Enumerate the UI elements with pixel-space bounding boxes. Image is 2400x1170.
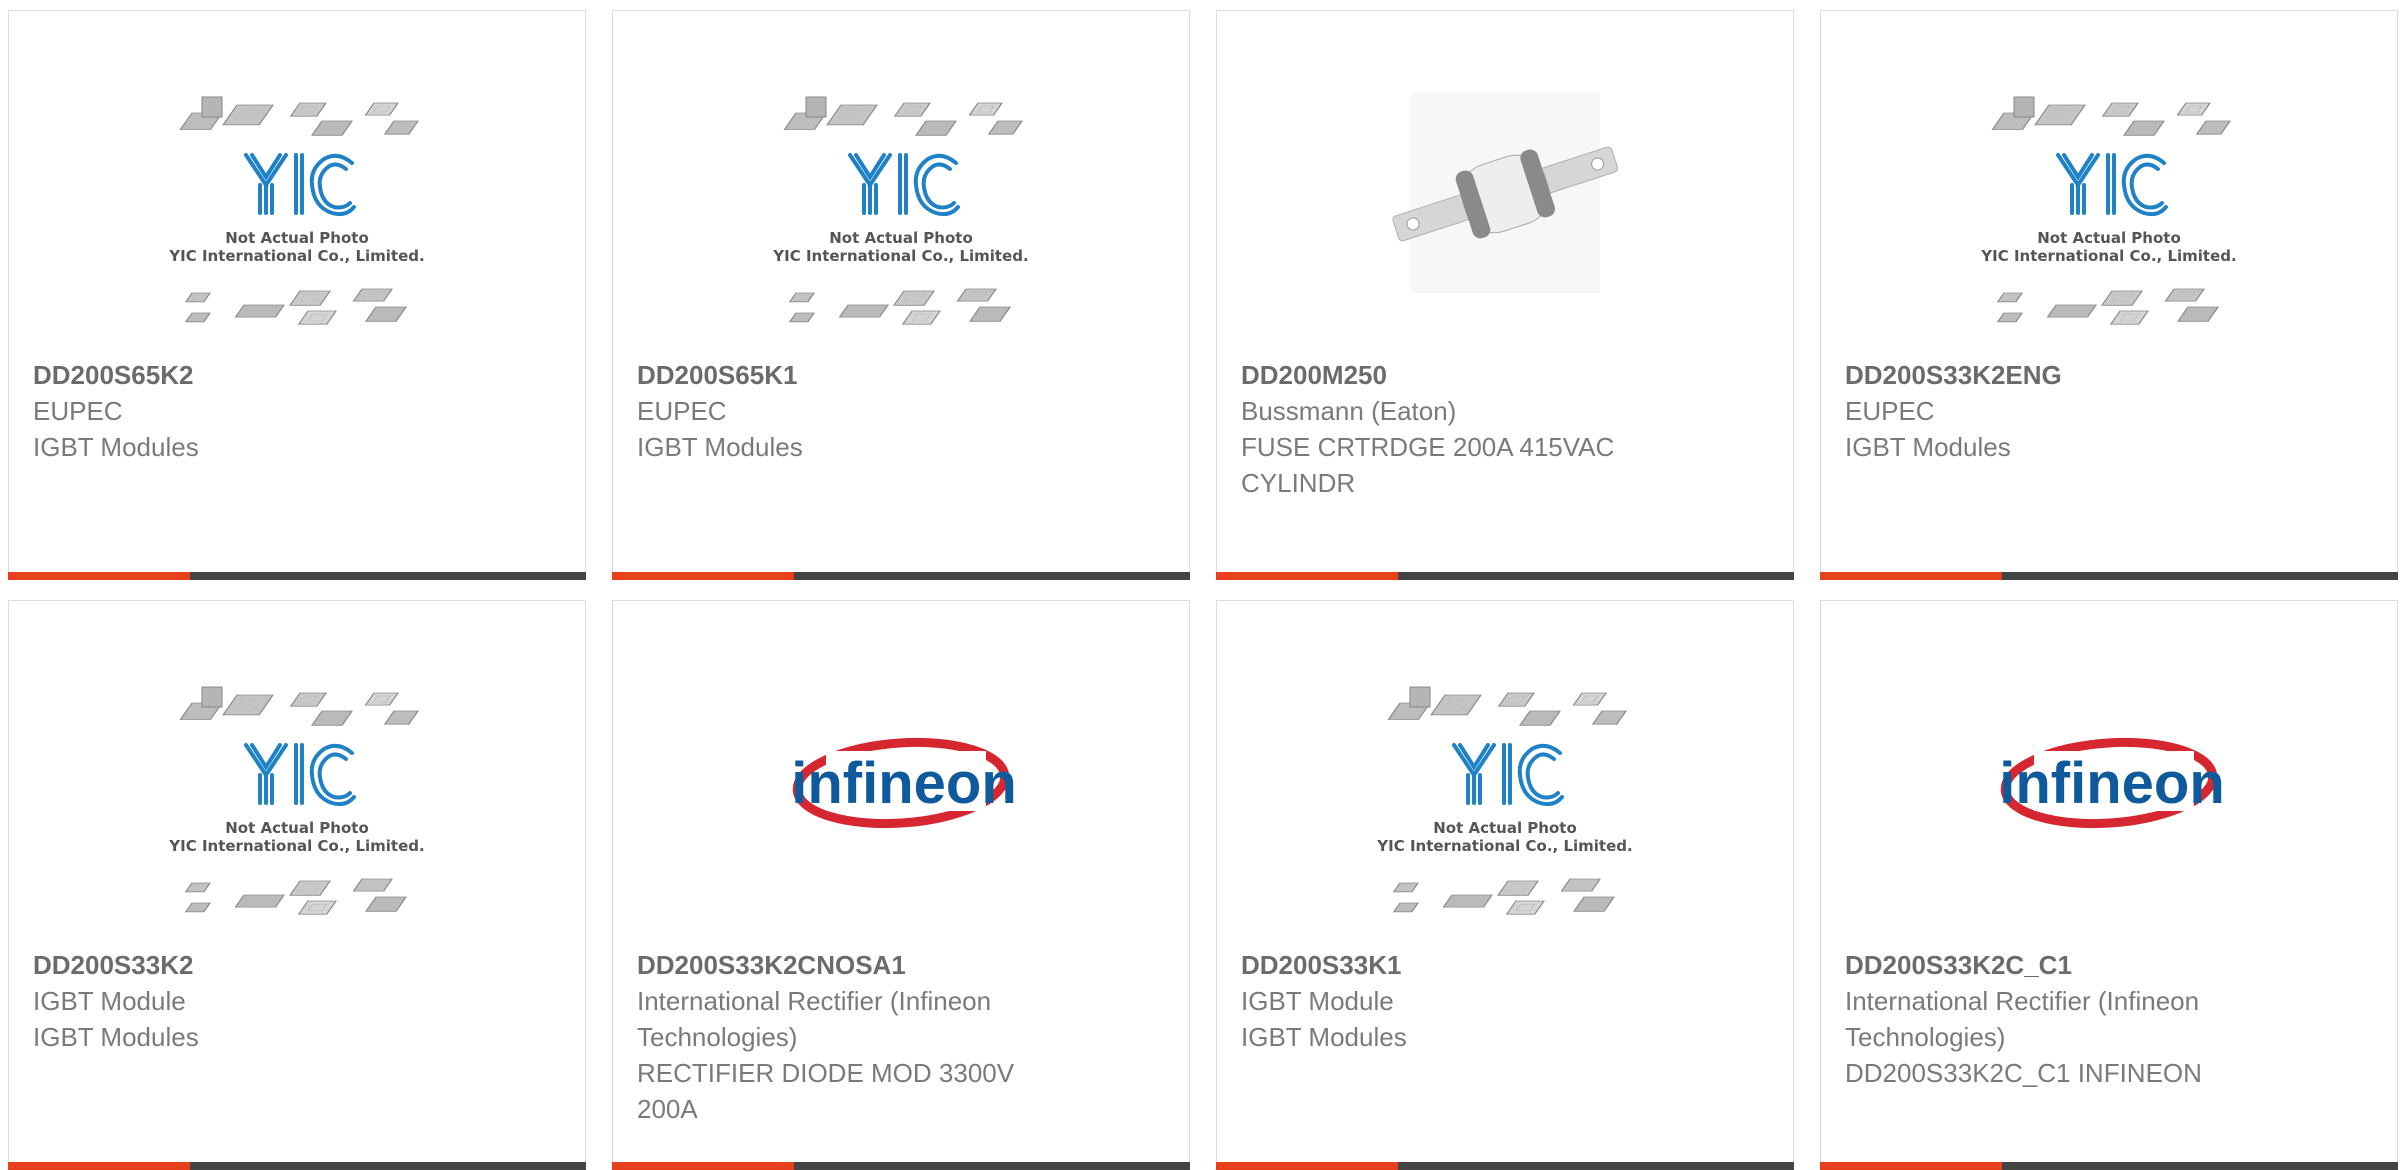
yic-logo bbox=[244, 743, 356, 807]
product-detail-line: IGBT Modules bbox=[33, 432, 199, 462]
card-footer-bar bbox=[1820, 1162, 2398, 1170]
placeholder-note-line2: YIC International Co., Limited. bbox=[1376, 837, 1632, 855]
product-card[interactable]: infineon DD200S33K2C_C1 International Re… bbox=[1820, 600, 2398, 1170]
product-detail-line: International Rectifier (Infineon Techno… bbox=[1845, 986, 2200, 1052]
yic-logo bbox=[2056, 153, 2168, 217]
card-footer-bar bbox=[612, 572, 1190, 580]
card-footer-accent bbox=[8, 1162, 190, 1170]
yic-logo bbox=[848, 153, 960, 217]
component-icons-top bbox=[783, 96, 1024, 136]
product-detail-line: International Rectifier (Infineon Techno… bbox=[637, 986, 992, 1052]
product-card[interactable]: Not Actual Photo YIC International Co., … bbox=[612, 10, 1190, 580]
placeholder-image: Not Actual Photo YIC International Co., … bbox=[1980, 96, 2237, 325]
card-footer-accent bbox=[612, 1162, 794, 1170]
placeholder-note-line1: Not Actual Photo bbox=[2037, 229, 2181, 247]
product-card[interactable]: Not Actual Photo YIC International Co., … bbox=[8, 10, 586, 580]
product-info: DD200S33K2C_C1 International Rectifier (… bbox=[1845, 947, 2277, 1091]
card-footer-accent bbox=[1216, 1162, 1398, 1170]
part-number[interactable]: DD200S33K2 bbox=[33, 947, 465, 983]
placeholder-note-line2: YIC International Co., Limited. bbox=[168, 837, 424, 855]
product-info: DD200S33K2ENG EUPEC IGBT Modules bbox=[1845, 357, 2277, 465]
placeholder-image: Not Actual Photo YIC International Co., … bbox=[168, 686, 425, 915]
product-detail-line: EUPEC bbox=[1845, 396, 1935, 426]
part-number[interactable]: DD200S33K1 bbox=[1241, 947, 1673, 983]
product-detail-line: FUSE CRTRDGE 200A 415VAC CYLINDR bbox=[1241, 432, 1615, 498]
svg-text:infineon: infineon bbox=[1999, 751, 2225, 816]
svg-text:infineon: infineon bbox=[791, 751, 1017, 816]
card-footer-bar bbox=[1216, 1162, 1794, 1170]
placeholder-note-line2: YIC International Co., Limited. bbox=[772, 247, 1028, 265]
product-detail-line: RECTIFIER DIODE MOD 3300V 200A bbox=[637, 1058, 1015, 1124]
part-number[interactable]: DD200S65K2 bbox=[33, 357, 465, 393]
placeholder-image: Not Actual Photo YIC International Co., … bbox=[772, 96, 1029, 325]
product-detail-line: IGBT Modules bbox=[33, 1022, 199, 1052]
placeholder-note-line2: YIC International Co., Limited. bbox=[1980, 247, 2236, 265]
component-icons-bottom bbox=[184, 288, 408, 325]
fuse-photo bbox=[1392, 93, 1619, 293]
product-info: DD200M250 Bussmann (Eaton) FUSE CRTRDGE 2… bbox=[1241, 357, 1673, 501]
component-icons-bottom bbox=[1996, 288, 2220, 325]
part-number[interactable]: DD200M250 bbox=[1241, 357, 1673, 393]
product-detail-line: IGBT Module bbox=[1241, 986, 1394, 1016]
card-footer-bar bbox=[1216, 572, 1794, 580]
product-card[interactable]: Not Actual Photo YIC International Co., … bbox=[1216, 600, 1794, 1170]
product-card[interactable]: Not Actual Photo YIC International Co., … bbox=[1820, 10, 2398, 580]
placeholder-note-line2: YIC International Co., Limited. bbox=[168, 247, 424, 265]
part-number[interactable]: DD200S33K2C_C1 bbox=[1845, 947, 2277, 983]
card-footer-accent bbox=[1820, 572, 2002, 580]
product-detail-line: DD200S33K2C_C1 INFINEON bbox=[1845, 1058, 2202, 1088]
part-number[interactable]: DD200S65K1 bbox=[637, 357, 1069, 393]
product-info: DD200S33K2CNOSA1 International Rectifier… bbox=[637, 947, 1069, 1127]
component-icons-top bbox=[179, 686, 420, 726]
card-footer-bar bbox=[8, 1162, 586, 1170]
component-icons-top bbox=[1387, 686, 1628, 726]
product-info: DD200S33K1 IGBT Module IGBT Modules bbox=[1241, 947, 1673, 1055]
infineon-logo: infineon bbox=[1999, 737, 2225, 829]
placeholder-image: Not Actual Photo YIC International Co., … bbox=[168, 96, 425, 325]
component-icons-bottom bbox=[184, 878, 408, 915]
product-detail-line: IGBT Modules bbox=[1241, 1022, 1407, 1052]
card-footer-accent bbox=[8, 572, 190, 580]
yic-logo bbox=[1452, 743, 1564, 807]
component-icons-bottom bbox=[1392, 878, 1616, 915]
product-card[interactable]: infineon DD200S33K2CNOSA1 International … bbox=[612, 600, 1190, 1170]
part-number[interactable]: DD200S33K2ENG bbox=[1845, 357, 2277, 393]
placeholder-note-line1: Not Actual Photo bbox=[225, 229, 369, 247]
product-card[interactable]: Not Actual Photo YIC International Co., … bbox=[8, 600, 586, 1170]
card-footer-accent bbox=[612, 572, 794, 580]
placeholder-image: Not Actual Photo YIC International Co., … bbox=[1376, 686, 1633, 915]
yic-logo bbox=[244, 153, 356, 217]
product-detail-line: IGBT Modules bbox=[637, 432, 803, 462]
product-detail-line: IGBT Module bbox=[33, 986, 186, 1016]
placeholder-note-line1: Not Actual Photo bbox=[829, 229, 973, 247]
part-number[interactable]: DD200S33K2CNOSA1 bbox=[637, 947, 1069, 983]
placeholder-note-line1: Not Actual Photo bbox=[225, 819, 369, 837]
product-info: DD200S65K2 EUPEC IGBT Modules bbox=[33, 357, 465, 465]
product-detail-line: EUPEC bbox=[637, 396, 727, 426]
card-footer-bar bbox=[1820, 572, 2398, 580]
card-footer-accent bbox=[1216, 572, 1398, 580]
card-footer-accent bbox=[1820, 1162, 2002, 1170]
product-info: DD200S33K2 IGBT Module IGBT Modules bbox=[33, 947, 465, 1055]
component-icons-bottom bbox=[788, 288, 1012, 325]
component-icons-top bbox=[179, 96, 420, 136]
product-info: DD200S65K1 EUPEC IGBT Modules bbox=[637, 357, 1069, 465]
product-detail-line: Bussmann (Eaton) bbox=[1241, 396, 1457, 426]
product-card[interactable]: DD200M250 Bussmann (Eaton) FUSE CRTRDGE 2… bbox=[1216, 10, 1794, 580]
card-footer-bar bbox=[8, 572, 586, 580]
card-footer-bar bbox=[612, 1162, 1190, 1170]
infineon-logo: infineon bbox=[791, 737, 1017, 829]
placeholder-note-line1: Not Actual Photo bbox=[1433, 819, 1577, 837]
component-icons-top bbox=[1991, 96, 2232, 136]
product-detail-line: IGBT Modules bbox=[1845, 432, 2011, 462]
product-detail-line: EUPEC bbox=[33, 396, 123, 426]
